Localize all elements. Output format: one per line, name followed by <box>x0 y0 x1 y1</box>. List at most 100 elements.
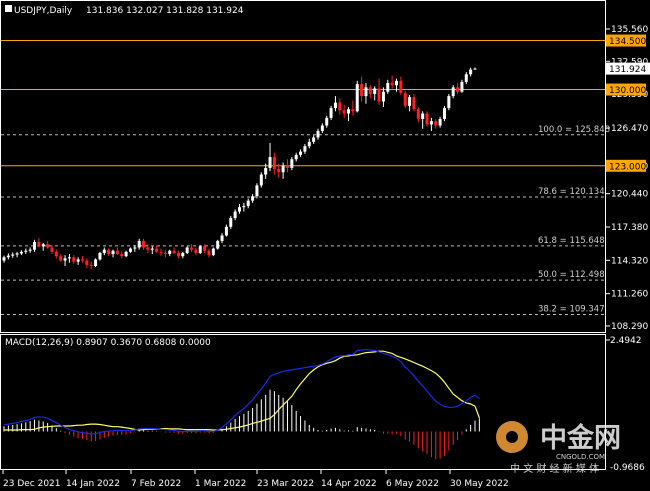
time-tick-label: 23 Dec 2021 <box>3 479 61 489</box>
candle-bear <box>412 97 416 110</box>
candle-bear <box>416 109 420 119</box>
candle-bear <box>207 250 211 256</box>
candle-bear <box>37 242 41 247</box>
price-tick-label: 117.380 <box>611 223 648 233</box>
candle-bear <box>377 88 381 102</box>
candle-bull <box>216 240 220 249</box>
price-level-label: 130.000 <box>609 86 646 96</box>
candle-bull <box>473 68 477 70</box>
candle-bull <box>168 250 172 255</box>
candle-bear <box>272 157 276 170</box>
candle-bull <box>320 125 324 131</box>
candle-bull <box>447 96 451 109</box>
candle-bear <box>277 169 281 173</box>
macd-header: MACD(12,26,9) 0.8907 0.3670 0.6808 0.000… <box>5 338 211 348</box>
candle-bear <box>72 257 76 262</box>
candle-bear <box>338 102 342 111</box>
candle-bear <box>176 252 180 257</box>
candle-bull <box>33 242 37 250</box>
candle-bull <box>211 248 215 256</box>
candle-bull <box>268 157 272 168</box>
candle-bear <box>403 92 407 106</box>
candle-bull <box>255 185 259 197</box>
cngold-logo-inner <box>506 431 518 443</box>
candle-bear <box>115 250 119 255</box>
candle-bull <box>281 165 285 173</box>
candle-bear <box>342 110 346 114</box>
candle-bull <box>373 88 377 94</box>
candle-bear <box>390 83 394 86</box>
candle-bull <box>325 117 329 126</box>
candle-bull <box>137 240 141 248</box>
candle-bull <box>329 108 333 118</box>
price-panel-frame <box>0 0 606 333</box>
candle-bull <box>460 81 464 92</box>
candle-bull <box>312 137 316 142</box>
candle-bear <box>81 259 84 261</box>
fib-label: 78.6 = 120.134 <box>538 187 605 197</box>
price-tick-label: 126.470 <box>611 124 648 134</box>
candle-bear <box>194 249 198 253</box>
candle-bull <box>238 207 241 212</box>
candle-bull <box>220 235 224 241</box>
time-tick-label: 30 May 2022 <box>450 479 509 489</box>
candle-bear <box>107 249 111 255</box>
candle-bull <box>242 206 246 208</box>
candle-bull <box>76 259 80 262</box>
candle-bull <box>264 167 268 175</box>
price-tick-label: 108.290 <box>611 322 648 332</box>
candle-bear <box>285 165 289 168</box>
candle-bear <box>46 244 50 248</box>
candle-bull <box>15 253 19 255</box>
candle-bull <box>41 244 45 247</box>
candle-bear <box>159 251 163 253</box>
candle-bull <box>469 69 473 75</box>
candle-bear <box>360 84 364 97</box>
candle-bull <box>181 252 185 257</box>
candle-bear <box>89 264 93 266</box>
candle-bear <box>203 246 207 251</box>
candle-bull <box>2 257 6 261</box>
candle-bull <box>307 141 311 147</box>
candle-bear <box>50 247 54 252</box>
price-tick-label: 114.320 <box>611 256 648 266</box>
chart-canvas[interactable]: 135.560132.590129.590126.470123.000120.4… <box>0 0 650 491</box>
ohlc-values: 131.836 132.027 131.828 131.924 <box>86 6 244 16</box>
candle-bull <box>464 74 468 82</box>
candle-bull <box>28 249 32 251</box>
candle-bull <box>67 257 71 259</box>
candle-bull <box>438 118 442 126</box>
candle-bull <box>124 251 128 257</box>
candle-bull <box>102 249 106 253</box>
candle-bull <box>294 154 298 160</box>
time-tick-label: 6 May 2022 <box>386 479 439 489</box>
candle-bull <box>355 84 359 112</box>
candle-bear <box>434 121 438 126</box>
candle-bull <box>299 151 303 155</box>
candle-bull <box>251 196 255 201</box>
candle-bull <box>408 97 412 106</box>
candle-bull <box>333 102 337 109</box>
candle-bear <box>425 113 429 125</box>
price-tick-label: 135.560 <box>611 25 648 35</box>
candle-bull <box>98 252 102 260</box>
candle-bear <box>351 109 355 112</box>
candle-bear <box>142 240 146 248</box>
candle-bull <box>364 87 368 97</box>
candle-bull <box>111 250 115 255</box>
candle-bear <box>172 250 176 253</box>
candle-bear <box>190 247 194 250</box>
candle-bull <box>395 80 398 86</box>
candle-bear <box>85 260 89 265</box>
price-level-label: 123.000 <box>609 162 646 172</box>
fib-label: 100.0 = 125.848 <box>538 125 610 135</box>
brand-name: 中金网 <box>540 422 621 454</box>
brand-tagline: 中 文 财 经 新 媒 体 <box>510 462 599 475</box>
candle-bull <box>63 258 67 261</box>
candle-bull <box>229 218 233 227</box>
collapse-icon[interactable] <box>5 5 12 12</box>
price-level-label: 134.500 <box>609 37 646 47</box>
candle-bull <box>451 87 455 97</box>
candle-bull <box>128 248 132 252</box>
fib-label: 38.2 = 109.347 <box>538 304 605 314</box>
